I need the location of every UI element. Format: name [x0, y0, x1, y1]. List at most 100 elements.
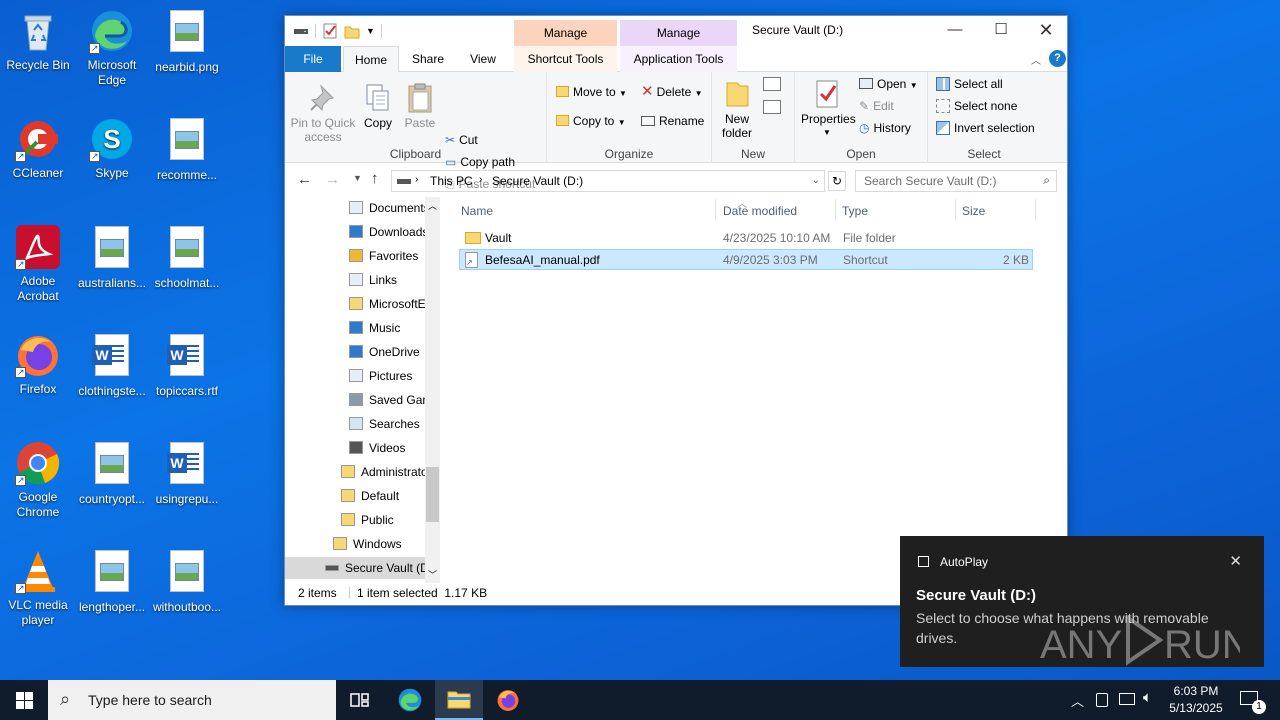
nav-item[interactable]: Searches [349, 413, 425, 435]
desktop-icon-google-chrome[interactable]: Google Chrome [0, 440, 76, 520]
help-icon[interactable]: ? [1049, 50, 1066, 67]
new-folder-icon[interactable] [344, 23, 360, 39]
nav-item[interactable]: Default [341, 485, 425, 507]
notification-center-button[interactable]: 1 [1234, 680, 1280, 720]
desktop-icon-file[interactable]: W usingrepu... [149, 440, 225, 507]
desktop-icon-file[interactable]: nearbid.png [149, 8, 225, 75]
chevron-up-icon[interactable]: ︿ [1071, 691, 1084, 710]
properties-button[interactable]: Properties ▼ [801, 78, 856, 140]
close-button[interactable]: ✕ [1023, 16, 1069, 46]
tab-file[interactable]: File [285, 46, 341, 72]
device-icon[interactable] [1096, 693, 1108, 707]
maximize-button[interactable]: ☐ [978, 16, 1024, 46]
nav-item[interactable]: Documents [349, 197, 425, 219]
volume-icon[interactable]: 🔈︎ [1143, 689, 1152, 706]
copy-to-button[interactable]: Copy to ▼ [556, 114, 626, 130]
nav-item[interactable]: Secure Vault (D:) [285, 557, 425, 579]
chevron-down-icon[interactable]: ▼ [366, 26, 375, 36]
desktop-icon-ccleaner[interactable]: CCleaner [0, 116, 76, 181]
tab-share[interactable]: Share [403, 46, 453, 72]
select-all-button[interactable]: Select all [936, 77, 1003, 91]
minimize-button[interactable]: — [932, 16, 978, 46]
start-button[interactable] [0, 680, 48, 720]
tab-application-tools[interactable]: Application Tools [620, 46, 737, 72]
tab-home[interactable]: Home [343, 46, 399, 72]
desktop-icon-file[interactable]: countryopt... [74, 440, 150, 507]
desktop-icon-file[interactable]: lengthoper... [74, 548, 150, 615]
desktop-icon-vlc[interactable]: VLC media player [0, 548, 76, 628]
new-folder-button[interactable]: New folder [719, 78, 755, 140]
easy-access-icon[interactable] [763, 100, 781, 114]
taskbar-firefox[interactable] [484, 680, 532, 720]
file-row-befesaai-manual[interactable]: ↗ BefesaAI_manual.pdf 4/9/2025 3:03 PM S… [459, 249, 1033, 270]
nav-item[interactable]: Videos [349, 437, 425, 459]
back-arrow-icon[interactable]: ← [297, 171, 312, 188]
nav-item[interactable]: Music [349, 317, 425, 339]
column-header-type[interactable]: Type [842, 204, 868, 218]
delete-button[interactable]: ✕ Delete ▼ [641, 84, 703, 101]
up-arrow-icon[interactable]: ↑ [371, 170, 379, 187]
nav-item[interactable]: Pictures [349, 365, 425, 387]
pin-to-quick-access-button[interactable]: Pin to Quick access [290, 82, 356, 144]
nav-item[interactable]: Saved Games [349, 389, 425, 411]
desktop-icon-firefox[interactable]: Firefox [0, 332, 76, 397]
nav-scrollbar[interactable]: ︿ ﹀ [425, 197, 440, 583]
close-icon[interactable]: ✕ [1229, 552, 1242, 570]
taskbar-file-explorer[interactable] [435, 680, 483, 720]
desktop-icon-skype[interactable]: S Skype [74, 116, 150, 181]
search-input[interactable]: Search Secure Vault (D:) ⌕ [855, 170, 1057, 192]
nav-item[interactable]: Windows [333, 533, 425, 555]
desktop-icon-file[interactable]: withoutboo... [149, 548, 225, 615]
nav-item[interactable]: Links [349, 269, 425, 291]
collapse-ribbon-icon[interactable]: ︿ [1031, 52, 1041, 67]
network-icon[interactable] [1119, 693, 1135, 705]
tab-shortcut-tools[interactable]: Shortcut Tools [514, 46, 617, 72]
nav-item[interactable]: Favorites [349, 245, 425, 267]
desktop-icon-file[interactable]: recomme... [149, 116, 225, 183]
invert-selection-button[interactable]: Invert selection [936, 121, 1035, 135]
open-button[interactable]: Open ▼ [859, 77, 918, 93]
taskbar-edge[interactable] [386, 680, 434, 720]
nav-item[interactable]: Administrator [341, 461, 425, 483]
chevron-down-icon[interactable]: ⌄ [812, 175, 820, 186]
nav-item[interactable]: Public [341, 509, 425, 531]
desktop-icon-file[interactable]: schoolmat... [149, 224, 225, 291]
paste-button[interactable]: Paste [401, 82, 439, 130]
tab-view[interactable]: View [457, 46, 509, 72]
breadcrumb-this-pc[interactable]: This PC [430, 174, 473, 188]
taskbar-search-input[interactable]: ⌕ Type here to search [48, 680, 336, 720]
open-icon [859, 78, 873, 89]
column-header-size[interactable]: Size [962, 204, 985, 218]
task-view-button[interactable] [336, 680, 384, 720]
clock[interactable]: 6:03 PM 5/13/2025 [1166, 683, 1226, 717]
column-header-name[interactable]: Name [461, 204, 493, 218]
desktop-icon-adobe-acrobat[interactable]: Adobe Acrobat [0, 224, 76, 304]
cut-button[interactable]: ✂ Cut [445, 133, 478, 147]
desktop-icon-file[interactable]: W topiccars.rtf [149, 332, 225, 399]
refresh-icon[interactable]: ↻ [828, 171, 846, 191]
notification-badge: 1 [1252, 700, 1266, 714]
desktop-icon-recycle-bin[interactable]: Recycle Bin [0, 8, 76, 73]
nav-item[interactable]: MicrosoftEdge [349, 293, 425, 315]
edit-button[interactable]: ✎ Edit [859, 99, 894, 113]
breadcrumb-current[interactable]: Secure Vault (D:) [492, 174, 583, 188]
scrollbar-thumb[interactable] [426, 467, 439, 522]
new-item-icon[interactable] [763, 77, 781, 91]
desktop-icon-microsoft-edge[interactable]: Microsoft Edge [74, 8, 150, 88]
history-button[interactable]: ◷ History [859, 121, 911, 135]
properties-check-icon[interactable] [322, 23, 338, 39]
nav-item[interactable]: OneDrive [349, 341, 425, 363]
copy-button[interactable]: Copy [359, 82, 397, 130]
forward-arrow-icon[interactable]: → [325, 171, 340, 188]
desktop-icon-file[interactable]: W clothingste... [74, 332, 150, 399]
rename-button[interactable]: Rename [641, 114, 704, 128]
address-box[interactable]: › This PC › Secure Vault (D:) ⌄ [391, 170, 825, 192]
move-to-button[interactable]: Move to ▼ [556, 85, 627, 101]
nav-item[interactable]: Downloads [349, 221, 425, 243]
file-row-vault[interactable]: Vault 4/23/2025 10:10 AM File folder [459, 228, 1033, 249]
recent-locations-icon[interactable]: ▼ [353, 173, 362, 183]
column-header-date[interactable]: Date modified [723, 204, 797, 218]
select-none-button[interactable]: Select none [936, 99, 1017, 113]
desktop-icon-file[interactable]: australians... [74, 224, 150, 291]
autoplay-notification[interactable]: AutoPlay ✕ Secure Vault (D:) Select to c… [900, 536, 1264, 667]
